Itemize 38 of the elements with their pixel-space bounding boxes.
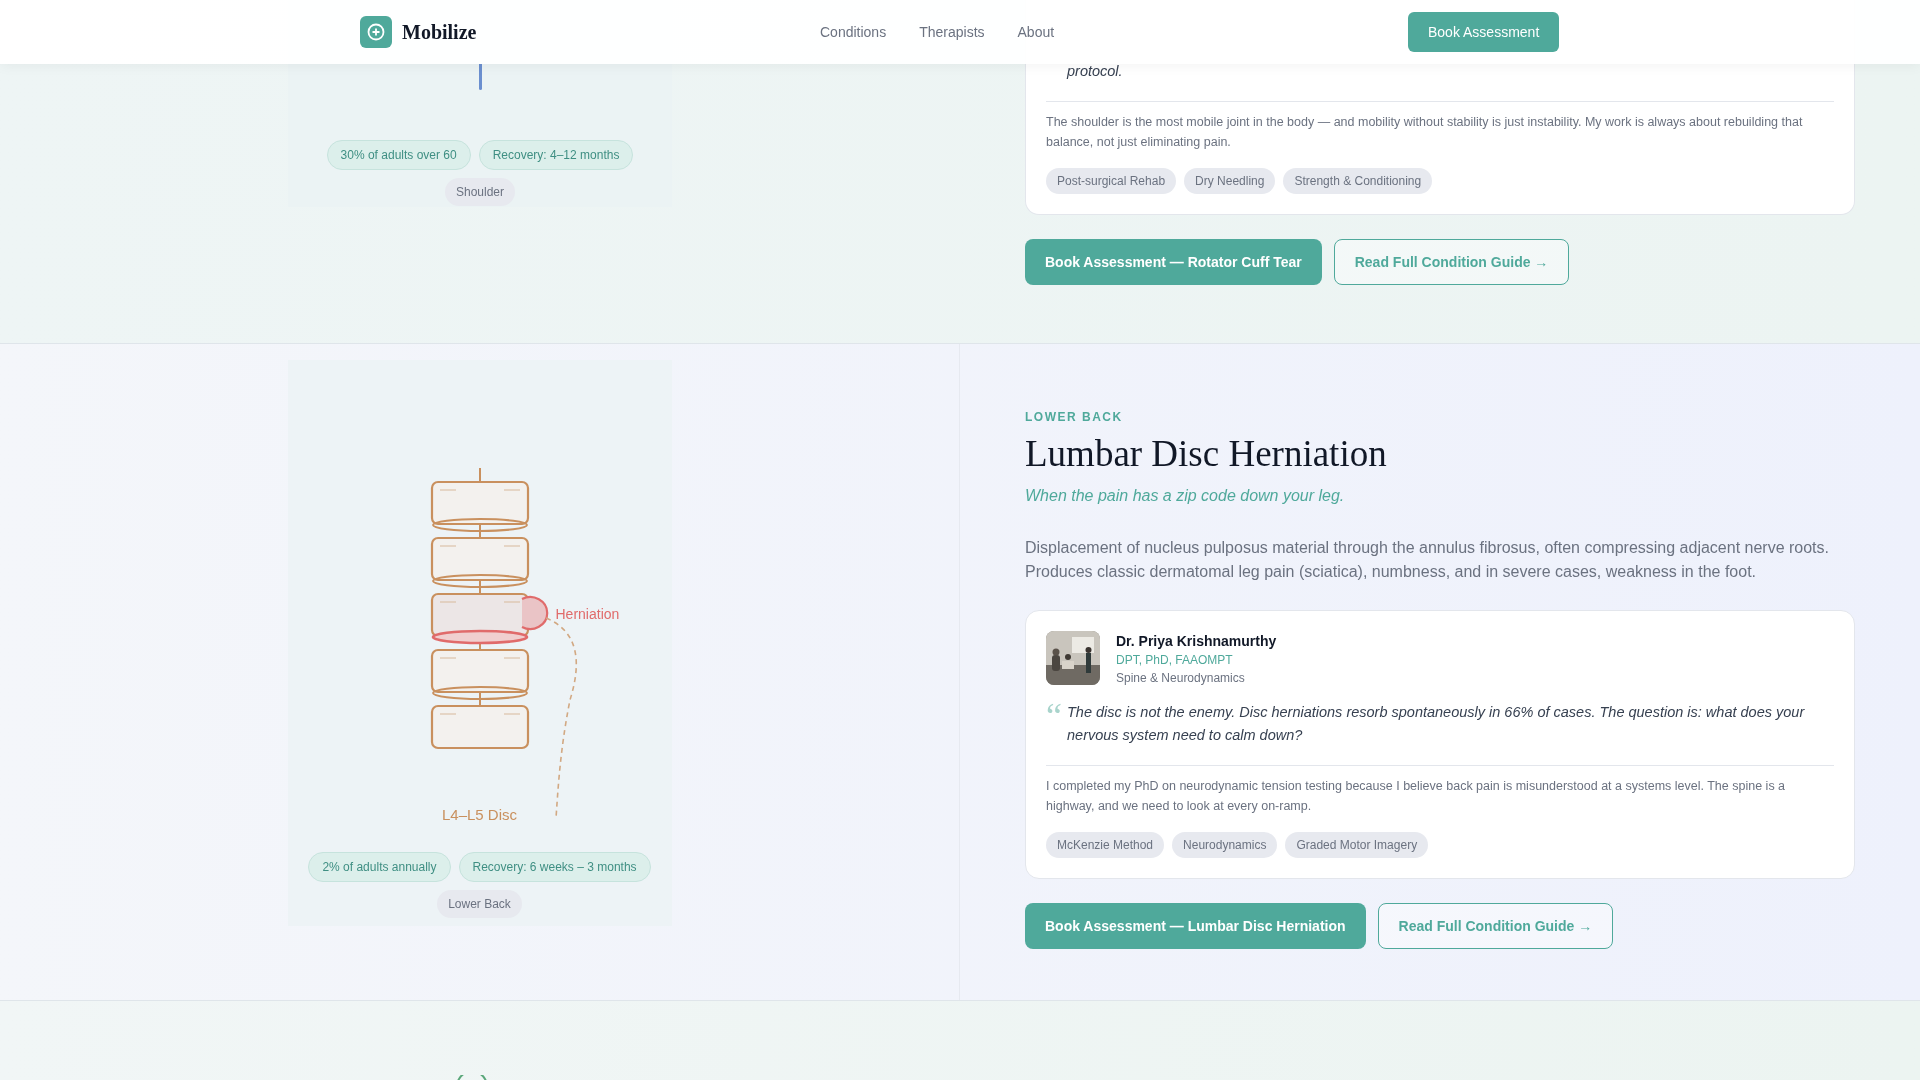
- condition-tagline: When the pain has a zip code down your leg.: [1025, 486, 1346, 506]
- therapist-specialty: Spine & Neurodynamics: [1116, 670, 1246, 687]
- condition-description: Displacement of nucleus pulposus material through the annulus fibrosus, often compressing adjacent nerve roots. Produces classic dermatomal leg pain (sciatica), numbness, and in severe cases, weakness in the foot.: [1025, 538, 1830, 582]
- specialty-tag: Dry Needling: [1184, 168, 1276, 194]
- therapist-bio: The shoulder is the most mobile joint in the body — and mobility without stability is just instability. My work is always about rebuilding that balance, not just eliminating pain.: [1046, 114, 1804, 151]
- specialty-tag: McKenzie Method: [1046, 832, 1165, 858]
- brand-name[interactable]: Mobilize: [402, 17, 477, 47]
- specialty-tag: Post-surgical Rehab: [1046, 168, 1177, 194]
- book-condition-button[interactable]: Book Assessment — Rotator Cuff Tear: [1025, 239, 1322, 285]
- therapist-quote: The disc is not the enemy. Disc herniations resorb spontaneously in 66% of cases. The question is: what does your nervous system need to calm down?: [1067, 703, 1806, 745]
- logo-icon: [360, 16, 392, 48]
- ring-drawing: [456, 1075, 488, 1080]
- condition-title: Lumbar Disc Herniation: [1025, 432, 1388, 476]
- region-label: LOWER BACK: [1025, 409, 1124, 426]
- quote-mark: “: [1046, 701, 1063, 738]
- therapist-quote: protocol.: [1067, 62, 1123, 81]
- condition-guide-button[interactable]: Read Full Condition Guide →: [1333, 239, 1570, 285]
- region-tag: Shoulder: [444, 178, 515, 206]
- therapist-credentials: DPT, PhD, FAAOMPT: [1116, 652, 1234, 669]
- stat-badge: 2% of adults annually: [308, 852, 451, 882]
- marker-label: Herniation: [555, 605, 620, 624]
- stat-badge: Recovery: 4–12 months: [478, 140, 634, 170]
- condition-guide-button[interactable]: Read Full Condition Guide →: [1377, 903, 1614, 949]
- book-assessment-button[interactable]: Book Assessment: [1408, 12, 1560, 52]
- therapist-bio: I completed my PhD on neurodynamic tension testing because I believe back pain is misunderstood at a systems level. The spine is a highway, and we need to look at every on-ramp.: [1046, 778, 1787, 815]
- nav-link[interactable]: About: [1017, 21, 1055, 43]
- book-condition-button[interactable]: Book Assessment — Lumbar Disc Herniation: [1025, 903, 1366, 949]
- tendon-line: [478, 64, 482, 90]
- stat-badge: Recovery: 6 weeks – 3 months: [458, 852, 651, 882]
- disc-label: L4–L5 Disc: [440, 805, 518, 825]
- region-tag: Lower Back: [437, 890, 522, 918]
- specialty-tag: Strength & Conditioning: [1283, 168, 1433, 194]
- specialty-tag: Graded Motor Imagery: [1285, 832, 1429, 858]
- nav-link[interactable]: Therapists: [919, 21, 985, 43]
- nav-link[interactable]: Conditions: [820, 21, 887, 43]
- stat-badge: 30% of adults over 60: [326, 140, 471, 170]
- therapist-name: Dr. Priya Krishnamurthy: [1116, 632, 1277, 651]
- specialty-tag: Neurodynamics: [1172, 832, 1278, 858]
